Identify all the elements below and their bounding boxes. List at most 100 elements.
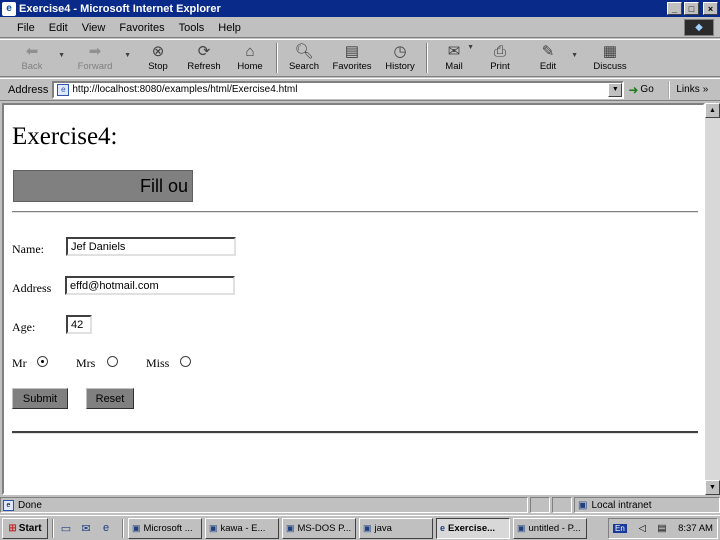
history-button[interactable]: ◷ History (378, 40, 422, 76)
start-button[interactable]: ⊞ Start (2, 517, 48, 539)
forward-button[interactable]: ➡ Forward ▼ (66, 40, 131, 76)
title-miss-radio[interactable] (180, 356, 191, 367)
back-label: Back (21, 61, 43, 72)
title-mr-label: Mr (12, 356, 27, 370)
print-button[interactable]: ⎙ Print (476, 40, 524, 76)
scroll-down-icon[interactable]: ▼ (705, 480, 720, 495)
quicklaunch-separator (122, 518, 124, 538)
menu-view[interactable]: View (75, 22, 113, 34)
edit-icon: ✎ (541, 43, 555, 60)
home-label: Home (237, 61, 263, 72)
forward-label: Forward (77, 61, 113, 72)
app-icon: ▣ (286, 522, 295, 533)
address-field-label: Address (12, 281, 52, 295)
window-controls: _ □ × (667, 2, 718, 15)
task-label: Microsoft ... (143, 522, 193, 534)
menu-help[interactable]: Help (211, 22, 248, 34)
title-mrs-label: Mrs (76, 356, 96, 370)
outlook-icon[interactable]: ✉ (78, 520, 94, 536)
stop-button[interactable]: ⊗ Stop (136, 40, 180, 76)
scroll-up-icon[interactable]: ▲ (705, 103, 720, 118)
address-field[interactable]: effd@hotmail.com (65, 276, 235, 295)
taskbar: ⊞ Start ▭ ✉ e ▣ Microsoft ... ▣ kawa - E..… (0, 515, 720, 540)
close-button[interactable]: × (703, 2, 718, 15)
volume-icon[interactable]: ◁ (638, 523, 645, 534)
vertical-scrollbar[interactable]: ▲ ▼ (705, 103, 720, 495)
mail-dropdown-icon[interactable]: ▼ (467, 44, 474, 51)
start-label: Start (18, 522, 42, 534)
horizontal-rule-top (12, 211, 698, 213)
favorites-button[interactable]: ▤ Favorites (326, 40, 378, 76)
task-label: kawa - E... (220, 522, 266, 534)
app-icon: ▣ (363, 522, 372, 533)
back-button[interactable]: ⬅ Back ▼ (6, 40, 65, 76)
search-button[interactable]: 🔍︎ Search (282, 40, 326, 76)
task-java[interactable]: ▣ java (359, 517, 433, 539)
title-mrs-radio[interactable] (107, 356, 118, 367)
security-zone[interactable]: ▣ Local intranet (574, 497, 720, 513)
discuss-label: Discuss (593, 61, 627, 72)
age-field[interactable]: 42 (66, 315, 92, 334)
mail-label: Mail (445, 61, 463, 72)
go-arrow-icon: ➜ (628, 82, 639, 97)
edit-dropdown-icon[interactable]: ▼ (571, 52, 578, 59)
mail-button[interactable]: ✉ Mail ▼ (432, 40, 476, 76)
stop-label: Stop (148, 61, 168, 72)
search-icon: 🔍︎ (294, 43, 314, 60)
submit-button[interactable]: Submit (12, 388, 68, 409)
history-label: History (385, 61, 415, 72)
back-dropdown-icon[interactable]: ▼ (58, 52, 65, 59)
refresh-button[interactable]: ⟳ Refresh (180, 40, 228, 76)
address-dropdown-icon[interactable]: ▼ (608, 82, 623, 97)
edit-label: Edit (539, 61, 557, 72)
task-msdos[interactable]: ▣ MS-DOS P... (282, 517, 356, 539)
favorites-folder-icon: ▤ (344, 43, 360, 60)
status-cell (530, 497, 550, 513)
page-icon: e (57, 83, 70, 96)
clock[interactable]: 8:37 AM (678, 523, 713, 534)
title-miss-label: Miss (146, 356, 170, 370)
marquee-banner: Fill ou (13, 170, 193, 202)
app-icon: ▣ (517, 522, 526, 533)
history-icon: ◷ (393, 43, 407, 60)
ie-quicklaunch-icon[interactable]: e (98, 520, 114, 536)
ie-app-icon[interactable]: e (2, 1, 16, 16)
address-url[interactable]: http://localhost:8080/examples/html/Exer… (72, 84, 297, 95)
minimize-button[interactable]: _ (667, 2, 682, 15)
title-mr-radio[interactable] (37, 356, 48, 367)
browser-window: e Exercise4 - Microsoft Internet Explore… (0, 0, 720, 540)
address-input[interactable]: e http://localhost:8080/examples/html/Ex… (52, 80, 625, 99)
menu-favorites[interactable]: Favorites (112, 22, 171, 34)
home-button[interactable]: ⌂ Home (228, 40, 272, 76)
forward-dropdown-icon[interactable]: ▼ (124, 52, 131, 59)
task-paint[interactable]: ▣ untitled - P... (513, 517, 587, 539)
address-label: Address (8, 83, 49, 96)
page-done-icon: e (3, 499, 14, 511)
title-bar[interactable]: e Exercise4 - Microsoft Internet Explore… (0, 0, 720, 17)
task-microsoft[interactable]: ▣ Microsoft ... (128, 517, 202, 539)
links-label: Links (676, 84, 700, 95)
status-cell (552, 497, 572, 513)
name-field[interactable]: Jef Daniels (66, 237, 236, 256)
go-button[interactable]: ➜ Go (628, 81, 664, 99)
edit-button[interactable]: ✎ Edit ▼ (524, 40, 578, 76)
language-indicator[interactable]: En (613, 523, 627, 533)
discuss-icon: ▦ (602, 43, 618, 60)
menu-tools[interactable]: Tools (172, 22, 212, 34)
network-icon[interactable]: ▤ (657, 523, 666, 534)
print-label: Print (490, 61, 510, 72)
chevron-right-icon: » (702, 84, 709, 95)
desktop-icon[interactable]: ▭ (58, 520, 74, 536)
toolbar-separator (276, 43, 278, 73)
links-button[interactable]: Links » (668, 80, 709, 99)
maximize-button[interactable]: □ (684, 2, 699, 15)
task-kawa[interactable]: ▣ kawa - E... (205, 517, 279, 539)
menu-edit[interactable]: Edit (42, 22, 75, 34)
reset-button[interactable]: Reset (86, 388, 134, 409)
back-arrow-icon: ⬅ (25, 43, 39, 60)
task-exercise[interactable]: e Exercise... (436, 517, 510, 539)
task-label: Exercise... (448, 522, 496, 534)
menu-file[interactable]: File (10, 22, 42, 34)
forward-arrow-icon: ➡ (88, 43, 102, 60)
discuss-button[interactable]: ▦ Discuss (582, 40, 638, 76)
